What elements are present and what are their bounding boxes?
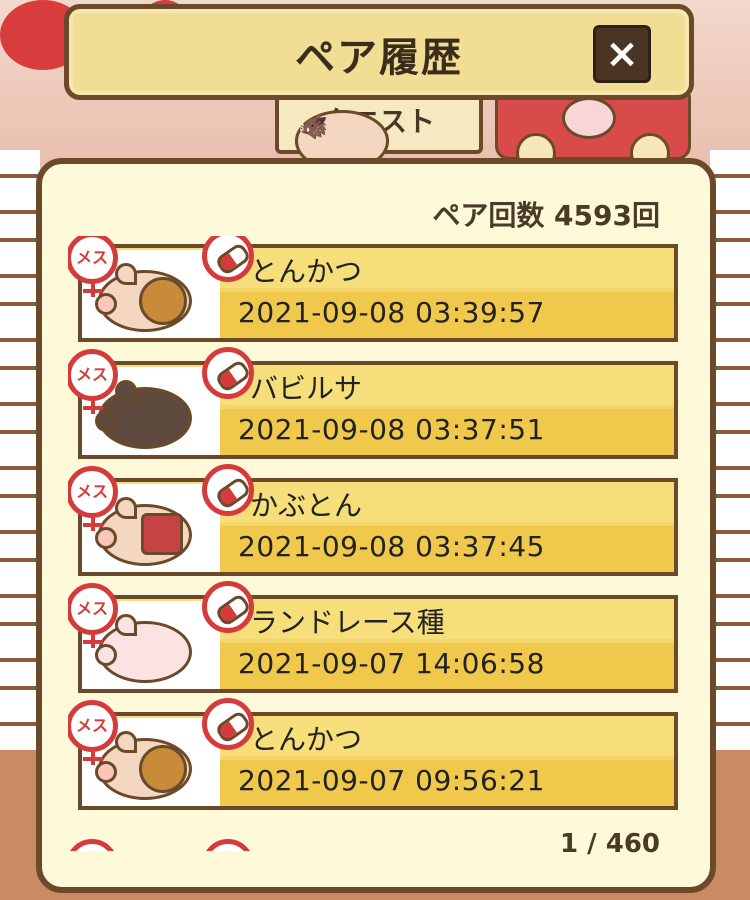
capsule-icon xyxy=(202,698,254,750)
pig-sprite xyxy=(95,263,192,332)
pair-timestamp: 2021-09-08 03:39:57 xyxy=(238,296,545,329)
pig-sprite xyxy=(95,380,192,449)
fence-left xyxy=(0,150,40,750)
female-icon: メス xyxy=(68,466,118,531)
female-badge-text: メス xyxy=(75,482,108,501)
history-row[interactable]: メス とんかつ 2021-09-07 09:56:21 xyxy=(68,698,688,810)
pig-name: かぶとん xyxy=(250,489,363,522)
pig-sprite xyxy=(95,497,192,566)
pair-timestamp: 2021-09-08 03:37:51 xyxy=(238,413,545,446)
history-row[interactable]: メス かぶとん 2021-09-08 03:37:45 xyxy=(68,464,688,576)
fence-right xyxy=(710,150,750,750)
capsule-shape xyxy=(214,475,252,511)
pig-snout xyxy=(95,644,117,666)
female-badge-text: メス xyxy=(75,248,108,267)
pig-name: バビルサ xyxy=(250,372,363,405)
pig-sprite xyxy=(95,614,192,683)
female-symbol-bar xyxy=(83,640,103,644)
female-badge-text: メス xyxy=(75,599,108,618)
female-symbol-bar xyxy=(83,523,103,527)
pig-ear xyxy=(115,731,137,753)
pig-name: ランドレース種 xyxy=(250,606,445,639)
history-row[interactable]: メス とんかつ 2021-09-08 03:39:57 xyxy=(68,236,688,342)
capsule-icon xyxy=(202,581,254,633)
female-symbol-bar xyxy=(83,406,103,410)
page-indicator: 1 / 460 xyxy=(560,829,660,859)
female-icon: メス xyxy=(68,349,118,414)
pair-history-panel: ペア回数 4593回 メス とんかつ 2021-09-08 03:39:57 メ… xyxy=(36,158,716,893)
capsule-shape xyxy=(214,709,252,745)
pig-face-icon-car xyxy=(562,97,616,139)
pig-name: とんかつ xyxy=(250,255,363,288)
pig-snout xyxy=(95,761,117,783)
history-list[interactable]: メス とんかつ 2021-09-08 03:39:57 メス バビルサ 2021… xyxy=(68,236,688,832)
pig-snout xyxy=(95,293,117,315)
pair-timestamp: 2021-09-07 14:06:58 xyxy=(238,647,545,680)
capsule-shape xyxy=(214,358,252,394)
pig-ear xyxy=(115,497,137,519)
capsule-icon xyxy=(202,347,254,399)
capsule-shape xyxy=(214,592,252,628)
female-icon: メス xyxy=(68,700,118,765)
pig-sprite xyxy=(95,731,192,800)
pig-snout xyxy=(95,527,117,549)
pig-ear xyxy=(115,263,137,285)
capsule-shape xyxy=(214,241,252,277)
capsule-icon xyxy=(202,464,254,516)
female-badge-text: メス xyxy=(75,365,108,384)
female-icon: メス xyxy=(68,583,118,648)
pair-timestamp: 2021-09-08 03:37:45 xyxy=(238,530,545,563)
header-bar: ペア履歴 × xyxy=(64,4,694,100)
female-icon xyxy=(68,839,118,851)
history-row[interactable]: メス バビルサ 2021-09-08 03:37:51 xyxy=(68,347,688,459)
pig-snout xyxy=(95,410,117,432)
pig-ear xyxy=(115,614,137,636)
history-row[interactable]: メス ランドレース種 2021-09-07 14:06:58 xyxy=(68,581,688,693)
pair-timestamp: 2021-09-07 09:56:21 xyxy=(238,764,545,797)
female-badge-text: メス xyxy=(75,716,108,735)
pig-ear xyxy=(115,380,137,402)
close-button[interactable]: × xyxy=(593,25,651,83)
female-symbol-bar xyxy=(83,757,103,761)
female-symbol-bar xyxy=(83,289,103,293)
capsule-icon xyxy=(202,839,254,851)
pig-name: とんかつ xyxy=(250,723,363,756)
pair-count: ペア回数 4593回 xyxy=(432,199,660,232)
